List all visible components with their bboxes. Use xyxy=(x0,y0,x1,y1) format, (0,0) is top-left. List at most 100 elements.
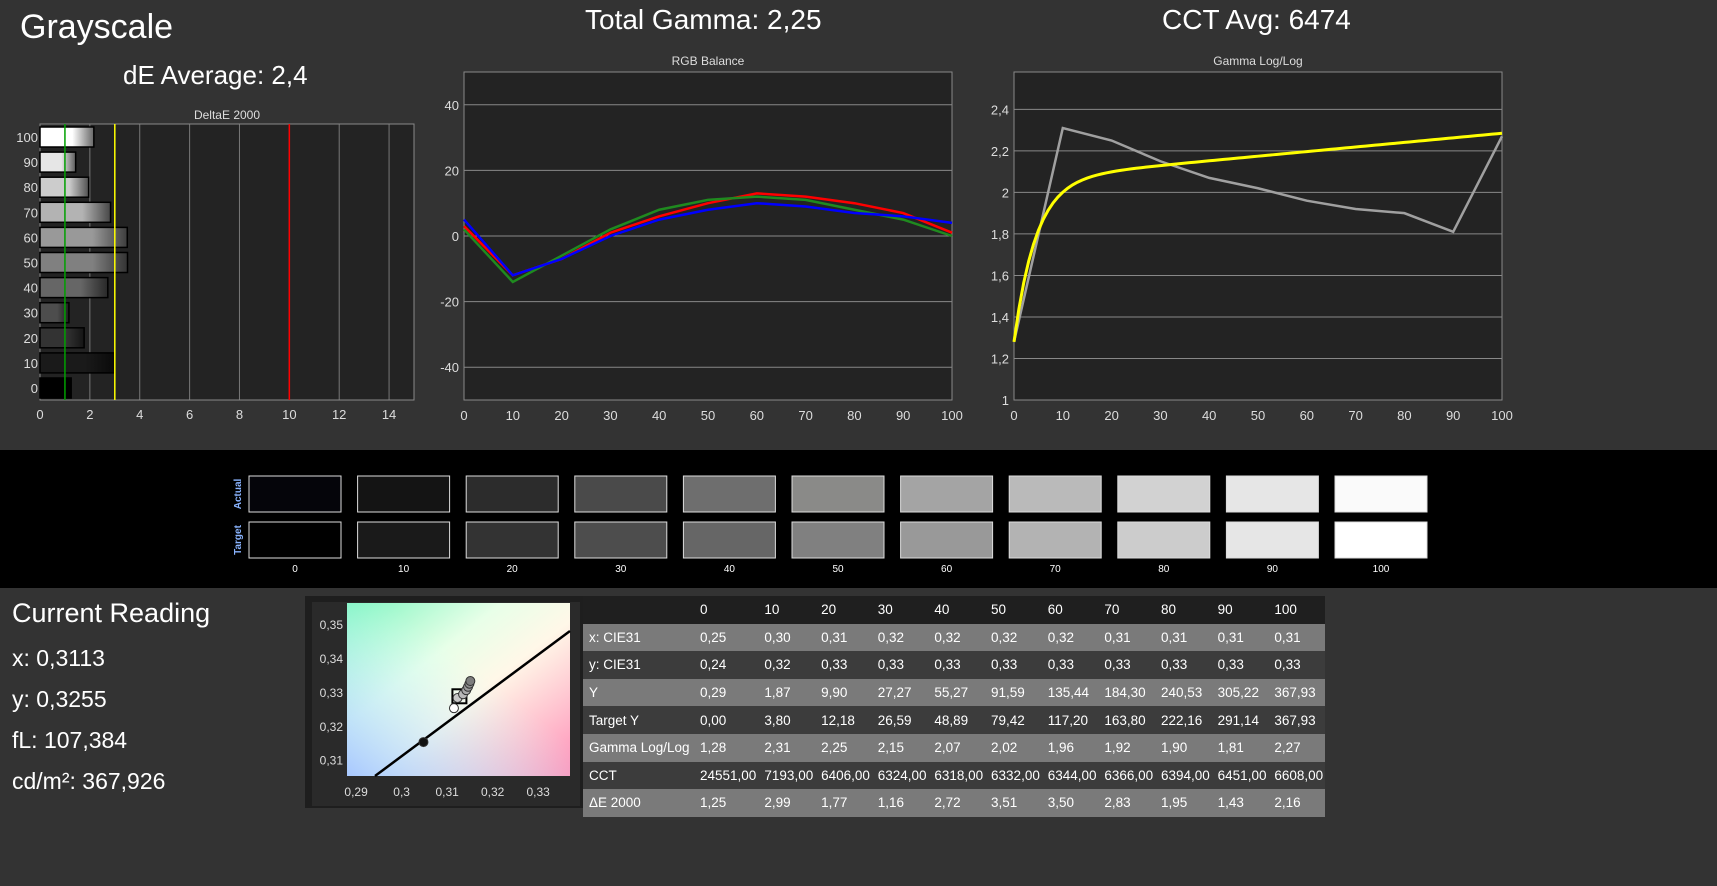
table-cell: 2,72 xyxy=(934,795,961,811)
table-cell: 0,00 xyxy=(700,712,727,728)
x-tick-label: 80 xyxy=(847,408,861,423)
table-cell: 3,80 xyxy=(764,712,791,728)
actual-swatch xyxy=(682,475,776,513)
table-cell: 9,90 xyxy=(821,685,848,701)
target-swatch xyxy=(574,521,668,559)
table-cell: 0,32 xyxy=(877,629,904,645)
table-cell: 1,16 xyxy=(877,795,904,811)
y-tick-label: 0,31 xyxy=(320,754,344,768)
x-tick-label: 20 xyxy=(554,408,568,423)
table-cell: 6324,00 xyxy=(877,767,927,783)
table-cell: 6344,00 xyxy=(1047,767,1097,783)
table-cell: 184,30 xyxy=(1104,685,1146,701)
y-tick-label: 20 xyxy=(445,163,459,178)
x-tick-label: 8 xyxy=(236,407,243,422)
swatch-label: 40 xyxy=(724,564,736,575)
table-cell: 0,25 xyxy=(700,629,727,645)
y-tick-label: 1 xyxy=(1002,393,1009,408)
x-tick-label: 50 xyxy=(1251,408,1265,423)
target-label: Target xyxy=(233,524,244,554)
y-tick-label: 40 xyxy=(24,281,38,296)
table-cell: 0,30 xyxy=(764,629,791,645)
actual-swatch xyxy=(357,475,451,513)
chart-title: RGB Balance xyxy=(672,54,745,68)
x-tick-label: 14 xyxy=(382,407,396,422)
y-tick-label: 0,34 xyxy=(320,652,344,666)
table-cell: 6318,00 xyxy=(934,767,984,783)
target-swatch xyxy=(1117,521,1211,559)
actual-swatch xyxy=(1334,475,1428,513)
table-cell: 1,28 xyxy=(700,740,727,756)
row-label: ΔE 2000 xyxy=(589,795,641,811)
cie-chart: 0,29 0,3 0,31 0,32 0,33 0,35 0,34 0,33 0,32 0,31 xyxy=(305,596,583,808)
y-tick-label: 40 xyxy=(445,98,459,113)
table-cell: 2,07 xyxy=(934,740,961,756)
table-cell: 0,31 xyxy=(1217,629,1244,645)
x-tick-label: 30 xyxy=(1153,408,1167,423)
y-tick-label: 2,2 xyxy=(991,144,1009,159)
table-cell: 1,43 xyxy=(1217,795,1244,811)
x-tick-label: 10 xyxy=(282,407,296,422)
table-cell: 7193,00 xyxy=(764,767,814,783)
target-swatch xyxy=(900,521,994,559)
y-tick-label: 0 xyxy=(452,229,459,244)
table-cell: 80 xyxy=(1161,602,1177,618)
table-header: 0 10 20 30 40 50 60 70 80 90 100 xyxy=(583,596,1325,624)
table-cell: 0,33 xyxy=(1161,657,1188,673)
table-cell: 55,27 xyxy=(934,685,969,701)
x-tick-label: 2 xyxy=(86,407,93,422)
measurement-point xyxy=(465,676,476,687)
x-tick-label: 90 xyxy=(1446,408,1460,423)
row-label: CCT xyxy=(589,767,617,783)
table-cell: 91,59 xyxy=(991,685,1025,701)
x-tick-label: 0,29 xyxy=(344,785,368,799)
x-tick-label: 70 xyxy=(1348,408,1362,423)
table-cell: 0,33 xyxy=(1217,657,1244,673)
x-tick-label: 60 xyxy=(1300,408,1314,423)
table-cell: 20 xyxy=(821,602,837,618)
x-tick-label: 60 xyxy=(750,408,764,423)
table-cell: 1,92 xyxy=(1104,740,1131,756)
x-tick-label: 6 xyxy=(186,407,193,422)
x-tick-label: 50 xyxy=(701,408,715,423)
table-cell: 1,25 xyxy=(700,795,727,811)
row-label: x: CIE31 xyxy=(589,629,641,645)
measurement-point xyxy=(448,703,459,714)
table-row: Target Y 0,00 3,80 12,18 26,59 48,89 79,42 117,… xyxy=(583,706,1325,734)
table-cell: 24551,00 xyxy=(700,767,757,783)
y-tick-label: 50 xyxy=(24,256,38,271)
table-cell: 163,80 xyxy=(1104,712,1146,728)
table-row: x: CIE31 0,25 0,30 0,31 0,32 0,32 0,32 0,32 0,31… xyxy=(583,623,1325,652)
actual-swatch xyxy=(900,475,994,513)
table-cell: 367,93 xyxy=(1274,685,1316,701)
table-cell: 0,33 xyxy=(1104,657,1131,673)
target-swatch xyxy=(1008,521,1102,559)
x-tick-label: 80 xyxy=(1397,408,1411,423)
table-cell: 0,29 xyxy=(700,685,727,701)
x-tick-label: 90 xyxy=(896,408,910,423)
x-tick-label: 10 xyxy=(506,408,520,423)
table-cell: 40 xyxy=(934,602,950,618)
table-cell: 0,32 xyxy=(934,629,961,645)
y-tick-label: 1,6 xyxy=(991,268,1009,283)
table-cell: 3,51 xyxy=(991,795,1018,811)
x-tick-label: 100 xyxy=(1491,408,1513,423)
y-tick-label: -40 xyxy=(440,360,459,375)
table-cell: 0,33 xyxy=(821,657,848,673)
x-tick-label: 20 xyxy=(1104,408,1118,423)
actual-swatch xyxy=(1225,475,1319,513)
delta-e-bar xyxy=(39,126,95,148)
chart-title: Gamma Log/Log xyxy=(1213,54,1302,68)
table-cell: 10 xyxy=(764,602,780,618)
x-tick-label: 0 xyxy=(36,407,43,422)
table-cell: 117,20 xyxy=(1047,712,1088,728)
table-cell: 0,31 xyxy=(1274,629,1301,645)
table-cell: 3,50 xyxy=(1047,795,1074,811)
table-cell: 0,32 xyxy=(764,657,791,673)
x-tick-label: 100 xyxy=(941,408,963,423)
x-tick-label: 0,33 xyxy=(526,785,550,799)
target-swatch xyxy=(357,521,451,559)
charts-area: DeltaE 20000 2 4 6 8 10 12 14010203040506070809… xyxy=(16,54,1513,423)
table-row: Gamma Log/Log 1,28 2,31 2,25 2,15 2,07 2,02 1,9… xyxy=(583,733,1325,762)
x-tick-label: 0 xyxy=(1010,408,1017,423)
